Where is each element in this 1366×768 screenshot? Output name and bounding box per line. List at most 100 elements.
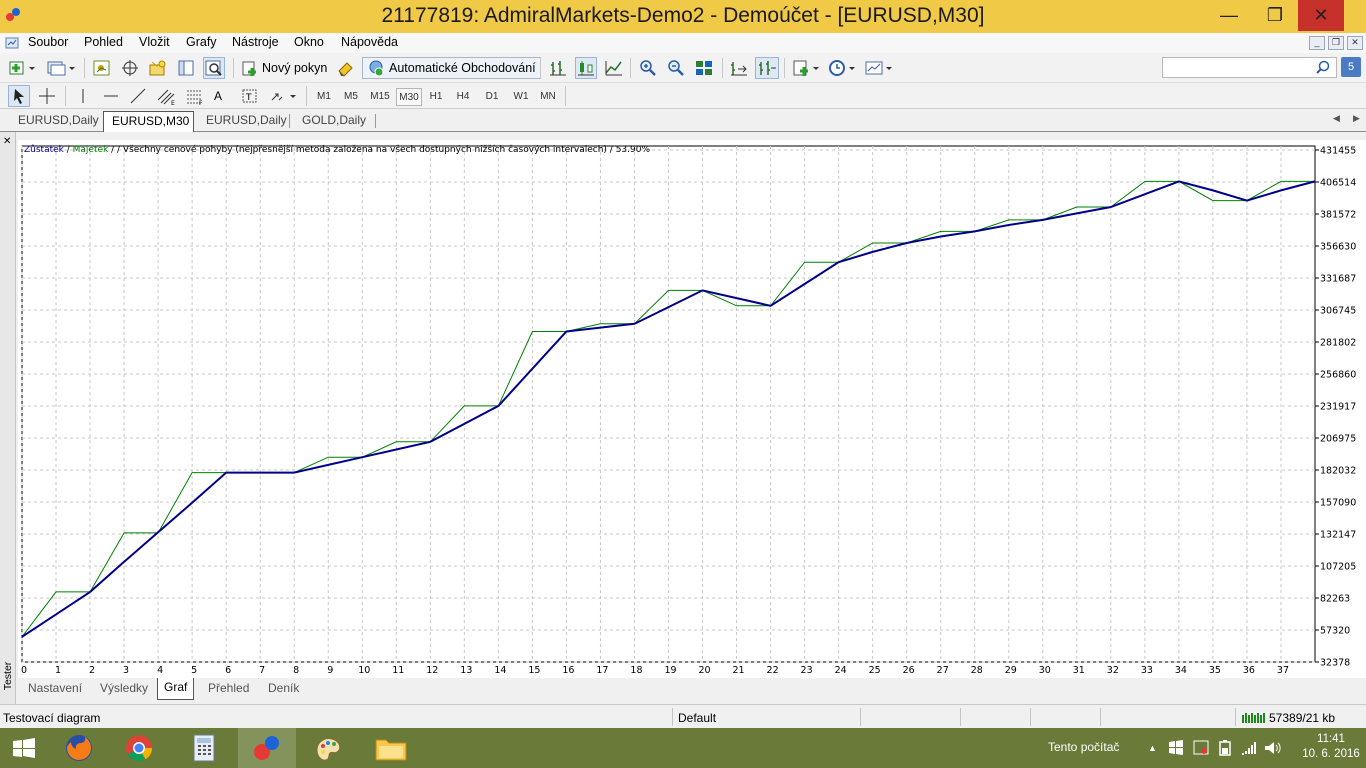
tab-scroll-left-icon[interactable]: ◀ xyxy=(1333,113,1340,124)
horizontal-line-button[interactable] xyxy=(101,85,121,107)
timeframe-w1[interactable]: W1 xyxy=(509,88,533,106)
strategy-tester-button[interactable] xyxy=(203,57,225,79)
trendline-button[interactable] xyxy=(128,85,148,107)
menu-napoveda[interactable]: Nápověda xyxy=(341,35,398,49)
timeframe-mn[interactable]: MN xyxy=(536,88,560,106)
menu-pohled[interactable]: Pohled xyxy=(84,35,123,49)
mdi-minimize-button[interactable]: _ xyxy=(1309,36,1325,50)
new-chart-button[interactable] xyxy=(8,57,36,79)
windows-tray-icon[interactable] xyxy=(1168,740,1184,756)
x-tick-label: 28 xyxy=(971,665,983,676)
tray-this-pc[interactable]: Tento počítač xyxy=(1048,740,1119,754)
timeframe-d1[interactable]: D1 xyxy=(481,88,503,106)
x-tick-label: 4 xyxy=(157,665,163,676)
templates-button[interactable] xyxy=(864,57,894,79)
tab-scroll-right-icon[interactable]: ▶ xyxy=(1353,113,1360,124)
legend-balance: Zůstatek xyxy=(24,144,65,155)
arrows-button[interactable] xyxy=(268,85,300,107)
x-tick-label: 5 xyxy=(191,665,197,676)
new-order-button[interactable]: Nový pokyn xyxy=(241,57,327,79)
tile-windows-button[interactable] xyxy=(694,57,714,79)
tester-tab-prehled[interactable]: Přehled xyxy=(202,679,255,700)
search-field[interactable] xyxy=(1162,57,1337,78)
search-input[interactable] xyxy=(1163,58,1313,77)
periods-button[interactable] xyxy=(827,57,857,79)
taskbar-calculator[interactable] xyxy=(175,728,233,768)
power-icon[interactable] xyxy=(1217,739,1233,757)
mdi-restore-button[interactable]: ❐ xyxy=(1328,36,1344,50)
network-icon[interactable] xyxy=(1241,740,1257,756)
taskbar-firefox[interactable] xyxy=(52,728,110,768)
taskbar-chrome[interactable] xyxy=(111,728,169,768)
menu-soubor[interactable]: Soubor xyxy=(28,35,68,49)
y-tick-label: 57320 xyxy=(1320,626,1350,637)
tray-expand-icon[interactable]: ▲ xyxy=(1148,743,1157,753)
timeframe-m15[interactable]: M15 xyxy=(367,88,393,106)
profiles-button[interactable] xyxy=(46,57,76,79)
timeframe-h1[interactable]: H1 xyxy=(425,88,447,106)
auto-trading-button[interactable]: Automatické Obchodování xyxy=(362,57,541,79)
chart-tab-gold-daily[interactable]: GOLD,Daily xyxy=(294,111,374,131)
start-button[interactable] xyxy=(0,728,58,768)
action-center-icon[interactable] xyxy=(1193,739,1209,757)
market-watch-button[interactable] xyxy=(92,57,112,79)
chart-window-icon[interactable] xyxy=(5,36,19,50)
y-tick-label: 306745 xyxy=(1320,306,1356,317)
chart-tab-eurusd-m30[interactable]: EURUSD,M30 xyxy=(103,111,194,132)
clock-icon xyxy=(829,60,855,76)
crosshair-button[interactable] xyxy=(36,85,58,107)
timeframe-m30[interactable]: M30 xyxy=(396,88,422,106)
chart-tab-eurusd-daily-2[interactable]: EURUSD,Daily xyxy=(198,111,295,131)
tester-tab-nastaveni[interactable]: Nastavení xyxy=(22,679,88,700)
navigator-button[interactable] xyxy=(147,57,167,79)
cursor-button[interactable] xyxy=(8,85,30,107)
x-tick-label: 6 xyxy=(225,665,231,676)
metaeditor-button[interactable] xyxy=(336,57,356,79)
taskbar-metatrader[interactable] xyxy=(238,728,296,768)
firefox-icon xyxy=(66,735,92,761)
search-icon[interactable] xyxy=(1315,60,1330,75)
indicators-button[interactable] xyxy=(791,57,821,79)
tile-windows-icon xyxy=(696,61,712,75)
bar-chart-button[interactable] xyxy=(548,57,568,79)
system-clock[interactable]: 11:41 10. 6. 2016 xyxy=(1300,732,1362,762)
tester-close-icon[interactable]: ✕ xyxy=(3,136,11,147)
timeframe-m5[interactable]: M5 xyxy=(340,88,362,106)
chart-shift-button[interactable] xyxy=(729,57,749,79)
menu-nastroje[interactable]: Nástroje xyxy=(232,35,279,49)
menu-vlozit[interactable]: Vložit xyxy=(139,35,170,49)
text-button[interactable]: A xyxy=(214,85,222,107)
zoom-in-button[interactable] xyxy=(638,57,658,79)
maximize-button[interactable]: ❐ xyxy=(1252,0,1298,31)
taskbar-file-explorer[interactable] xyxy=(362,728,420,768)
zoom-out-button[interactable] xyxy=(666,57,686,79)
auto-trading-label: Automatické Obchodování xyxy=(389,61,536,75)
menu-grafy[interactable]: Grafy xyxy=(186,35,217,49)
tester-tab-graf[interactable]: Graf xyxy=(157,678,195,700)
tester-tab-denik[interactable]: Deník xyxy=(262,679,305,700)
timeframe-m1[interactable]: M1 xyxy=(313,88,335,106)
menu-okno[interactable]: Okno xyxy=(294,35,324,49)
text-label-button[interactable]: T xyxy=(240,85,260,107)
chart-tab-eurusd-daily[interactable]: EURUSD,Daily xyxy=(10,111,107,131)
equidistant-channel-button[interactable]: E xyxy=(156,85,178,107)
timeframe-h4[interactable]: H4 xyxy=(452,88,474,106)
volume-icon[interactable] xyxy=(1264,740,1282,756)
mql5-button[interactable]: 5 xyxy=(1341,57,1361,77)
data-window-button[interactable] xyxy=(120,57,140,79)
vertical-line-button[interactable] xyxy=(73,85,93,107)
fibonacci-button[interactable]: F xyxy=(184,85,206,107)
line-chart-button[interactable] xyxy=(604,57,624,79)
terminal-button[interactable] xyxy=(176,57,196,79)
minimize-button[interactable]: — xyxy=(1206,0,1252,31)
close-button[interactable]: ✕ xyxy=(1298,0,1344,31)
mdi-close-button[interactable]: ✕ xyxy=(1347,36,1363,50)
tester-tab-vysledky[interactable]: Výsledky xyxy=(94,679,154,700)
x-tick-label: 12 xyxy=(426,665,438,676)
autoscroll-button[interactable] xyxy=(755,57,779,79)
x-tick-label: 10 xyxy=(358,665,370,676)
objects-toolbar: E F A T M1 M5 M15 M30 H1 H4 D1 W1 MN xyxy=(0,83,1366,109)
candlestick-button[interactable] xyxy=(575,57,597,79)
taskbar-paint[interactable] xyxy=(300,728,358,768)
legend-description: / Všechny cenové pohyby (nejpřesnější me… xyxy=(117,144,650,155)
